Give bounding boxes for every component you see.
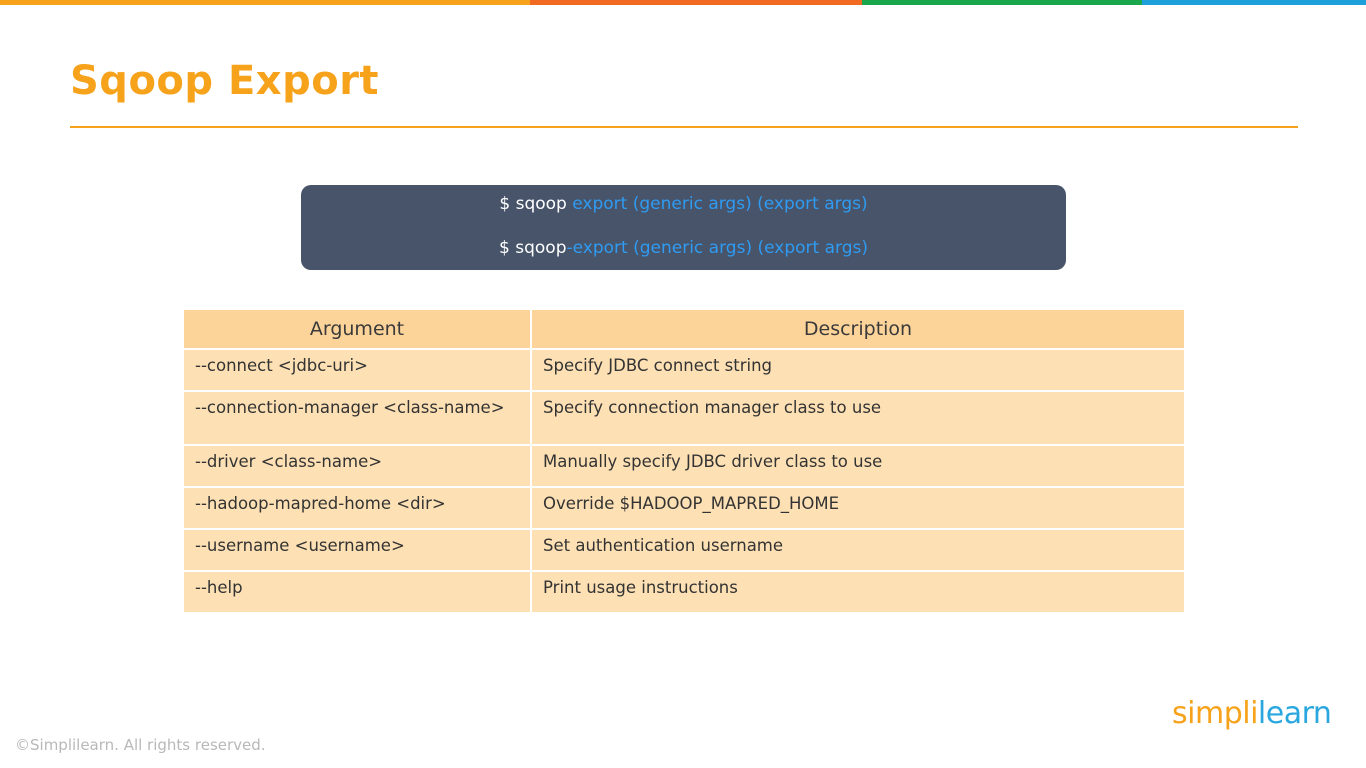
- brand-bar-blue: [1142, 0, 1366, 5]
- copyright-notice: ©Simplilearn. All rights reserved.: [15, 736, 266, 754]
- command-syntax-box: $ sqoop export (generic args) (export ar…: [301, 185, 1066, 270]
- title-divider: [70, 126, 1298, 128]
- simplilearn-logo: simplilearn: [1172, 696, 1332, 731]
- description-cell: Override $HADOOP_MAPRED_HOME: [530, 486, 1186, 530]
- logo-separator: i: [1250, 696, 1258, 731]
- table-row: --driver <class-name> Manually specify J…: [182, 444, 1186, 488]
- header-argument: Argument: [182, 308, 532, 350]
- description-cell: Set authentication username: [530, 528, 1186, 572]
- header-description: Description: [530, 308, 1186, 350]
- brand-bar-green: [862, 0, 1142, 5]
- table-row: --hadoop-mapred-home <dir> Override $HAD…: [182, 486, 1186, 530]
- argument-cell: --connect <jdbc-uri>: [182, 348, 532, 392]
- arguments-table: Argument Description --connect <jdbc-uri…: [182, 308, 1186, 614]
- slide-title: Sqoop Export: [70, 58, 380, 104]
- command-line-1: $ sqoop export (generic args) (export ar…: [301, 194, 1066, 214]
- argument-cell: --hadoop-mapred-home <dir>: [182, 486, 532, 530]
- command-prefix: $ sqoop: [499, 194, 567, 214]
- command-args: export (generic args) (export args): [566, 194, 868, 214]
- command-prefix: $ sqoop: [499, 238, 567, 258]
- logo-part-learn: learn: [1257, 696, 1332, 731]
- argument-cell: --help: [182, 570, 532, 614]
- brand-color-bar: [0, 0, 1366, 5]
- argument-cell: --connection-manager <class-name>: [182, 390, 532, 446]
- command-line-2: $ sqoop-export (generic args) (export ar…: [301, 238, 1066, 258]
- description-cell: Print usage instructions: [530, 570, 1186, 614]
- argument-cell: --driver <class-name>: [182, 444, 532, 488]
- description-cell: Manually specify JDBC driver class to us…: [530, 444, 1186, 488]
- table-row: --connection-manager <class-name> Specif…: [182, 390, 1186, 446]
- table-row: --username <username> Set authentication…: [182, 528, 1186, 572]
- table-row: --connect <jdbc-uri> Specify JDBC connec…: [182, 348, 1186, 392]
- description-cell: Specify JDBC connect string: [530, 348, 1186, 392]
- brand-bar-red: [530, 0, 862, 5]
- command-args: -export (generic args) (export args): [566, 238, 868, 258]
- logo-part-simpl: simpl: [1172, 696, 1251, 731]
- argument-cell: --username <username>: [182, 528, 532, 572]
- brand-bar-orange: [0, 0, 530, 5]
- table-row: --help Print usage instructions: [182, 570, 1186, 614]
- description-cell: Specify connection manager class to use: [530, 390, 1186, 446]
- table-header-row: Argument Description: [182, 308, 1186, 350]
